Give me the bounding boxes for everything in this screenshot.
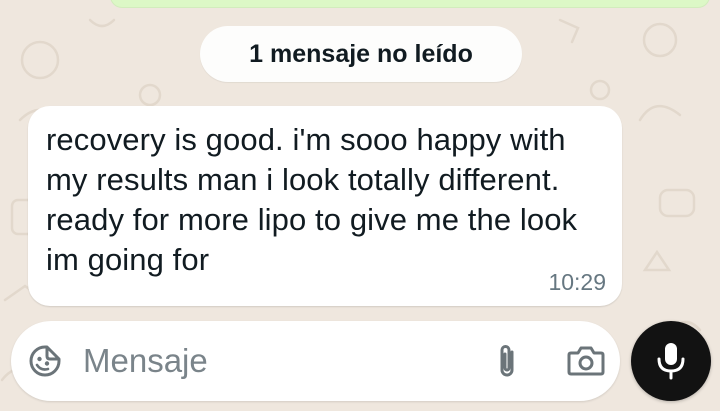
unread-messages-banner: 1 mensaje no leído: [200, 26, 522, 82]
microphone-icon: [657, 343, 685, 380]
unread-banner-label: 1 mensaje no leído: [249, 39, 473, 68]
message-input[interactable]: [83, 337, 473, 385]
camera-glyph: [567, 346, 605, 376]
message-timestamp: 10:29: [548, 269, 606, 295]
emoji-sticker-icon[interactable]: [27, 343, 63, 379]
message-text: recovery is good. i'm sooo happy with my…: [46, 122, 578, 277]
camera-icon[interactable]: [566, 343, 606, 379]
emoji-sticker-glyph: [29, 345, 61, 377]
incoming-message-bubble[interactable]: recovery is good. i'm sooo happy with my…: [28, 106, 622, 306]
previous-outgoing-bubble-edge: [110, 0, 710, 8]
microphone-button[interactable]: [631, 321, 711, 401]
paperclip-icon[interactable]: [489, 341, 525, 381]
paperclip-glyph: [500, 345, 514, 377]
message-composer: [11, 321, 620, 401]
